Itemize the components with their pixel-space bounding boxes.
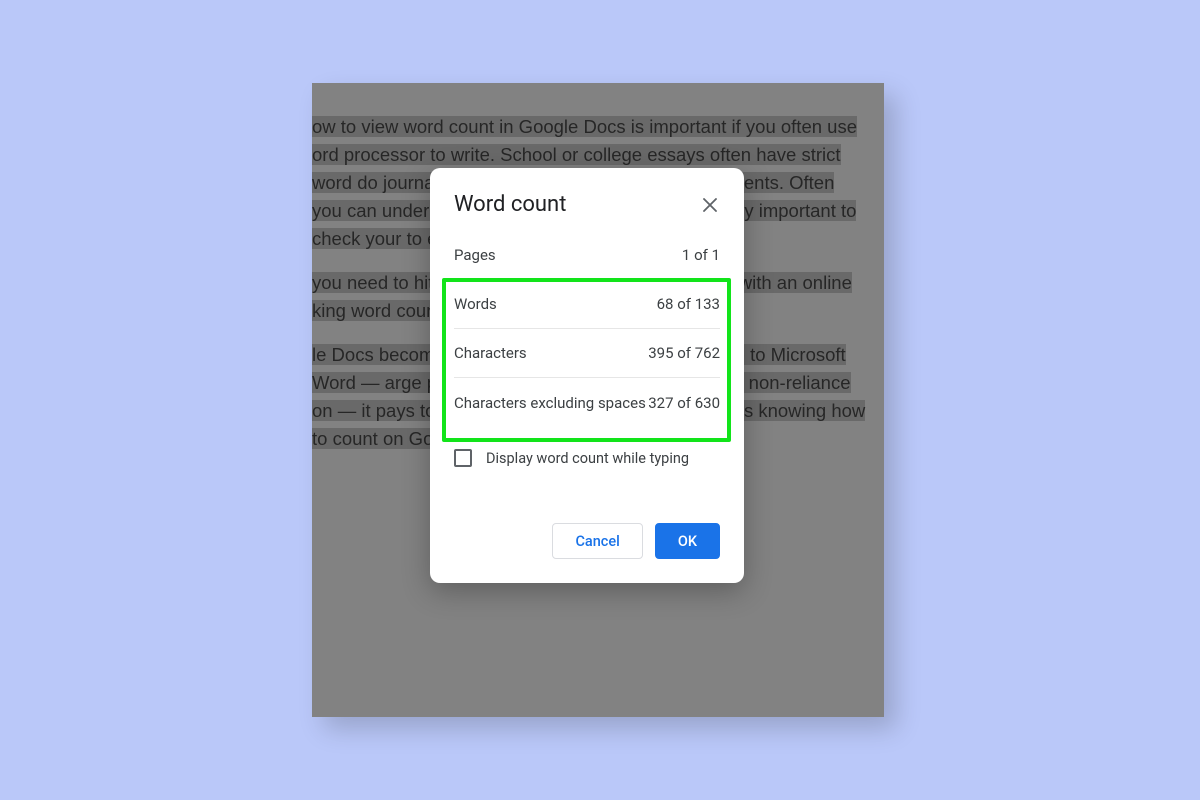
display-while-typing-row[interactable]: Display word count while typing (430, 427, 744, 467)
dialog-title: Word count (454, 192, 566, 217)
word-count-dialog: Word count Pages 1 of 1 Words 68 of 133 … (430, 168, 744, 583)
stat-label: Pages (454, 246, 496, 264)
cancel-button[interactable]: Cancel (552, 523, 642, 559)
checkbox-label: Display word count while typing (486, 450, 689, 467)
stat-row-characters: Characters 395 of 762 (454, 329, 720, 378)
stat-row-pages: Pages 1 of 1 (454, 231, 720, 280)
ok-button[interactable]: OK (655, 523, 720, 559)
stat-row-characters-excluding-spaces: Characters excluding spaces 327 of 630 (454, 378, 720, 427)
stat-label: Characters excluding spaces (454, 394, 646, 412)
stat-value: 327 of 630 (648, 394, 720, 412)
stats-table: Pages 1 of 1 Words 68 of 133 Characters … (430, 231, 744, 427)
stat-value: 1 of 1 (682, 246, 720, 264)
stat-label: Words (454, 295, 497, 313)
checkbox-icon[interactable] (454, 449, 472, 467)
stat-value: 395 of 762 (648, 344, 720, 362)
close-icon[interactable] (700, 195, 720, 215)
stat-row-words: Words 68 of 133 (454, 280, 720, 329)
stat-label: Characters (454, 344, 527, 362)
stat-value: 68 of 133 (657, 295, 720, 313)
